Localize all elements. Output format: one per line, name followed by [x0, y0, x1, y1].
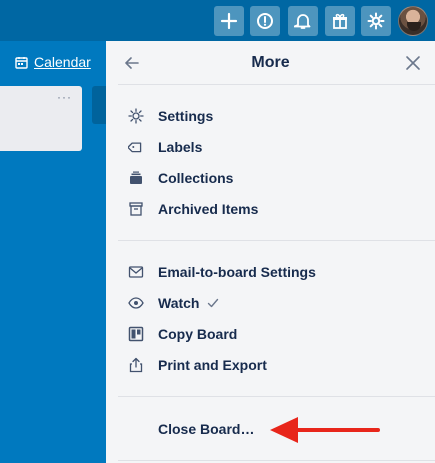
- create-button[interactable]: [214, 6, 244, 36]
- eye-icon: [128, 297, 144, 309]
- menu-item-settings[interactable]: Settings: [118, 102, 418, 130]
- archive-icon: [129, 202, 143, 216]
- more-menu-panel: More Settings Labels Collections Archive…: [106, 41, 435, 463]
- menu-item-label: Copy Board: [158, 326, 238, 342]
- notifications-button[interactable]: [288, 6, 318, 36]
- gear-icon: [128, 108, 144, 124]
- divider: [118, 396, 435, 397]
- share-icon: [129, 357, 143, 373]
- email-icon: [128, 266, 144, 278]
- info-icon: [257, 13, 273, 29]
- menu-item-copy-board[interactable]: Copy Board: [118, 320, 418, 348]
- menu-item-label: Print and Export: [158, 357, 267, 373]
- menu-item-collections[interactable]: Collections: [118, 164, 418, 192]
- panel-title: More: [251, 54, 290, 71]
- menu-item-email-to-board-settings[interactable]: Email-to-board Settings: [118, 258, 418, 286]
- panel-header: More: [106, 41, 435, 85]
- plus-icon: [220, 12, 238, 30]
- collections-icon: [130, 171, 142, 184]
- calendar-label: Calendar: [34, 54, 91, 70]
- divider: [118, 240, 435, 241]
- list-menu-button[interactable]: ···: [57, 90, 72, 104]
- divider: [118, 460, 435, 461]
- empty-icon-slot: [128, 421, 144, 437]
- list-peek: [92, 86, 106, 124]
- calendar-link[interactable]: Calendar: [15, 54, 91, 70]
- gift-icon: [333, 13, 347, 29]
- divider: [118, 84, 435, 85]
- tag-icon: [128, 142, 142, 153]
- menu-item-label: Collections: [158, 170, 234, 186]
- menu-item-watch[interactable]: Watch: [118, 289, 418, 317]
- close-icon[interactable]: [403, 53, 423, 73]
- back-arrow-icon[interactable]: [122, 53, 142, 73]
- checkmark-icon: [208, 298, 219, 308]
- menu-item-label: Settings: [158, 108, 214, 124]
- settings-button[interactable]: [361, 6, 391, 36]
- menu-item-label: Watch: [158, 295, 200, 311]
- board-icon: [128, 326, 144, 342]
- menu-item-label: Labels: [158, 139, 203, 155]
- menu-item-label: Archived Items: [158, 201, 259, 217]
- user-avatar[interactable]: [398, 6, 428, 36]
- menu-item-archived-items[interactable]: Archived Items: [118, 195, 418, 223]
- gift-button[interactable]: [325, 6, 355, 36]
- menu-item-label: Email-to-board Settings: [158, 264, 316, 280]
- annotation-arrow-icon: [270, 417, 380, 443]
- menu-item-label: Close Board…: [158, 421, 255, 437]
- top-bar: [0, 0, 435, 41]
- board-list[interactable]: ···: [0, 86, 82, 151]
- bell-icon: [294, 14, 311, 29]
- info-button[interactable]: [250, 6, 280, 36]
- menu-item-print-and-export[interactable]: Print and Export: [118, 351, 418, 379]
- menu-item-labels[interactable]: Labels: [118, 133, 418, 161]
- gear-icon: [367, 12, 385, 30]
- calendar-icon: [15, 56, 28, 69]
